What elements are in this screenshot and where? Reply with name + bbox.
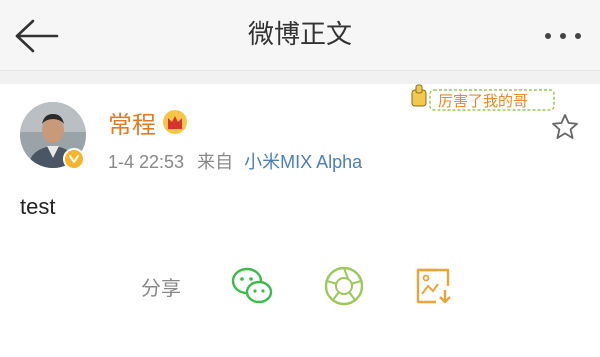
post-timestamp: 1-4 22:53 <box>108 152 185 172</box>
author-name[interactable]: 常程 <box>108 105 156 140</box>
moments-aperture-icon <box>324 266 364 306</box>
star-outline-icon <box>552 114 578 139</box>
favorite-star-button[interactable] <box>550 112 580 142</box>
source-prefix: 来自 <box>197 152 234 172</box>
save-image-icon <box>416 268 451 304</box>
back-button[interactable] <box>14 18 60 54</box>
share-wechat-button[interactable] <box>230 264 274 308</box>
more-dots-icon <box>545 33 581 39</box>
crown-vip-icon <box>162 109 188 135</box>
thumbs-up-sticker-icon: 厉害了我的哥 <box>411 84 555 111</box>
share-moments-button[interactable] <box>322 264 366 308</box>
top-navigation-bar <box>0 0 600 70</box>
save-image-button[interactable] <box>412 264 456 308</box>
back-arrow-icon <box>15 19 59 53</box>
post-body-text: test <box>20 194 56 219</box>
more-options-button[interactable] <box>538 22 588 50</box>
post-card <box>0 84 600 357</box>
wechat-icon <box>231 267 273 304</box>
source-app-link[interactable]: 小米MIX Alpha <box>244 152 362 172</box>
post-meta: 1-4 22:53 来自 小米MIX Alpha <box>108 148 362 174</box>
share-label: 分享 <box>141 276 181 300</box>
sticker-text: 厉害了我的哥 <box>438 92 528 110</box>
decorative-sticker: 厉害了我的哥 <box>408 82 558 114</box>
verified-badge-icon <box>63 148 85 170</box>
